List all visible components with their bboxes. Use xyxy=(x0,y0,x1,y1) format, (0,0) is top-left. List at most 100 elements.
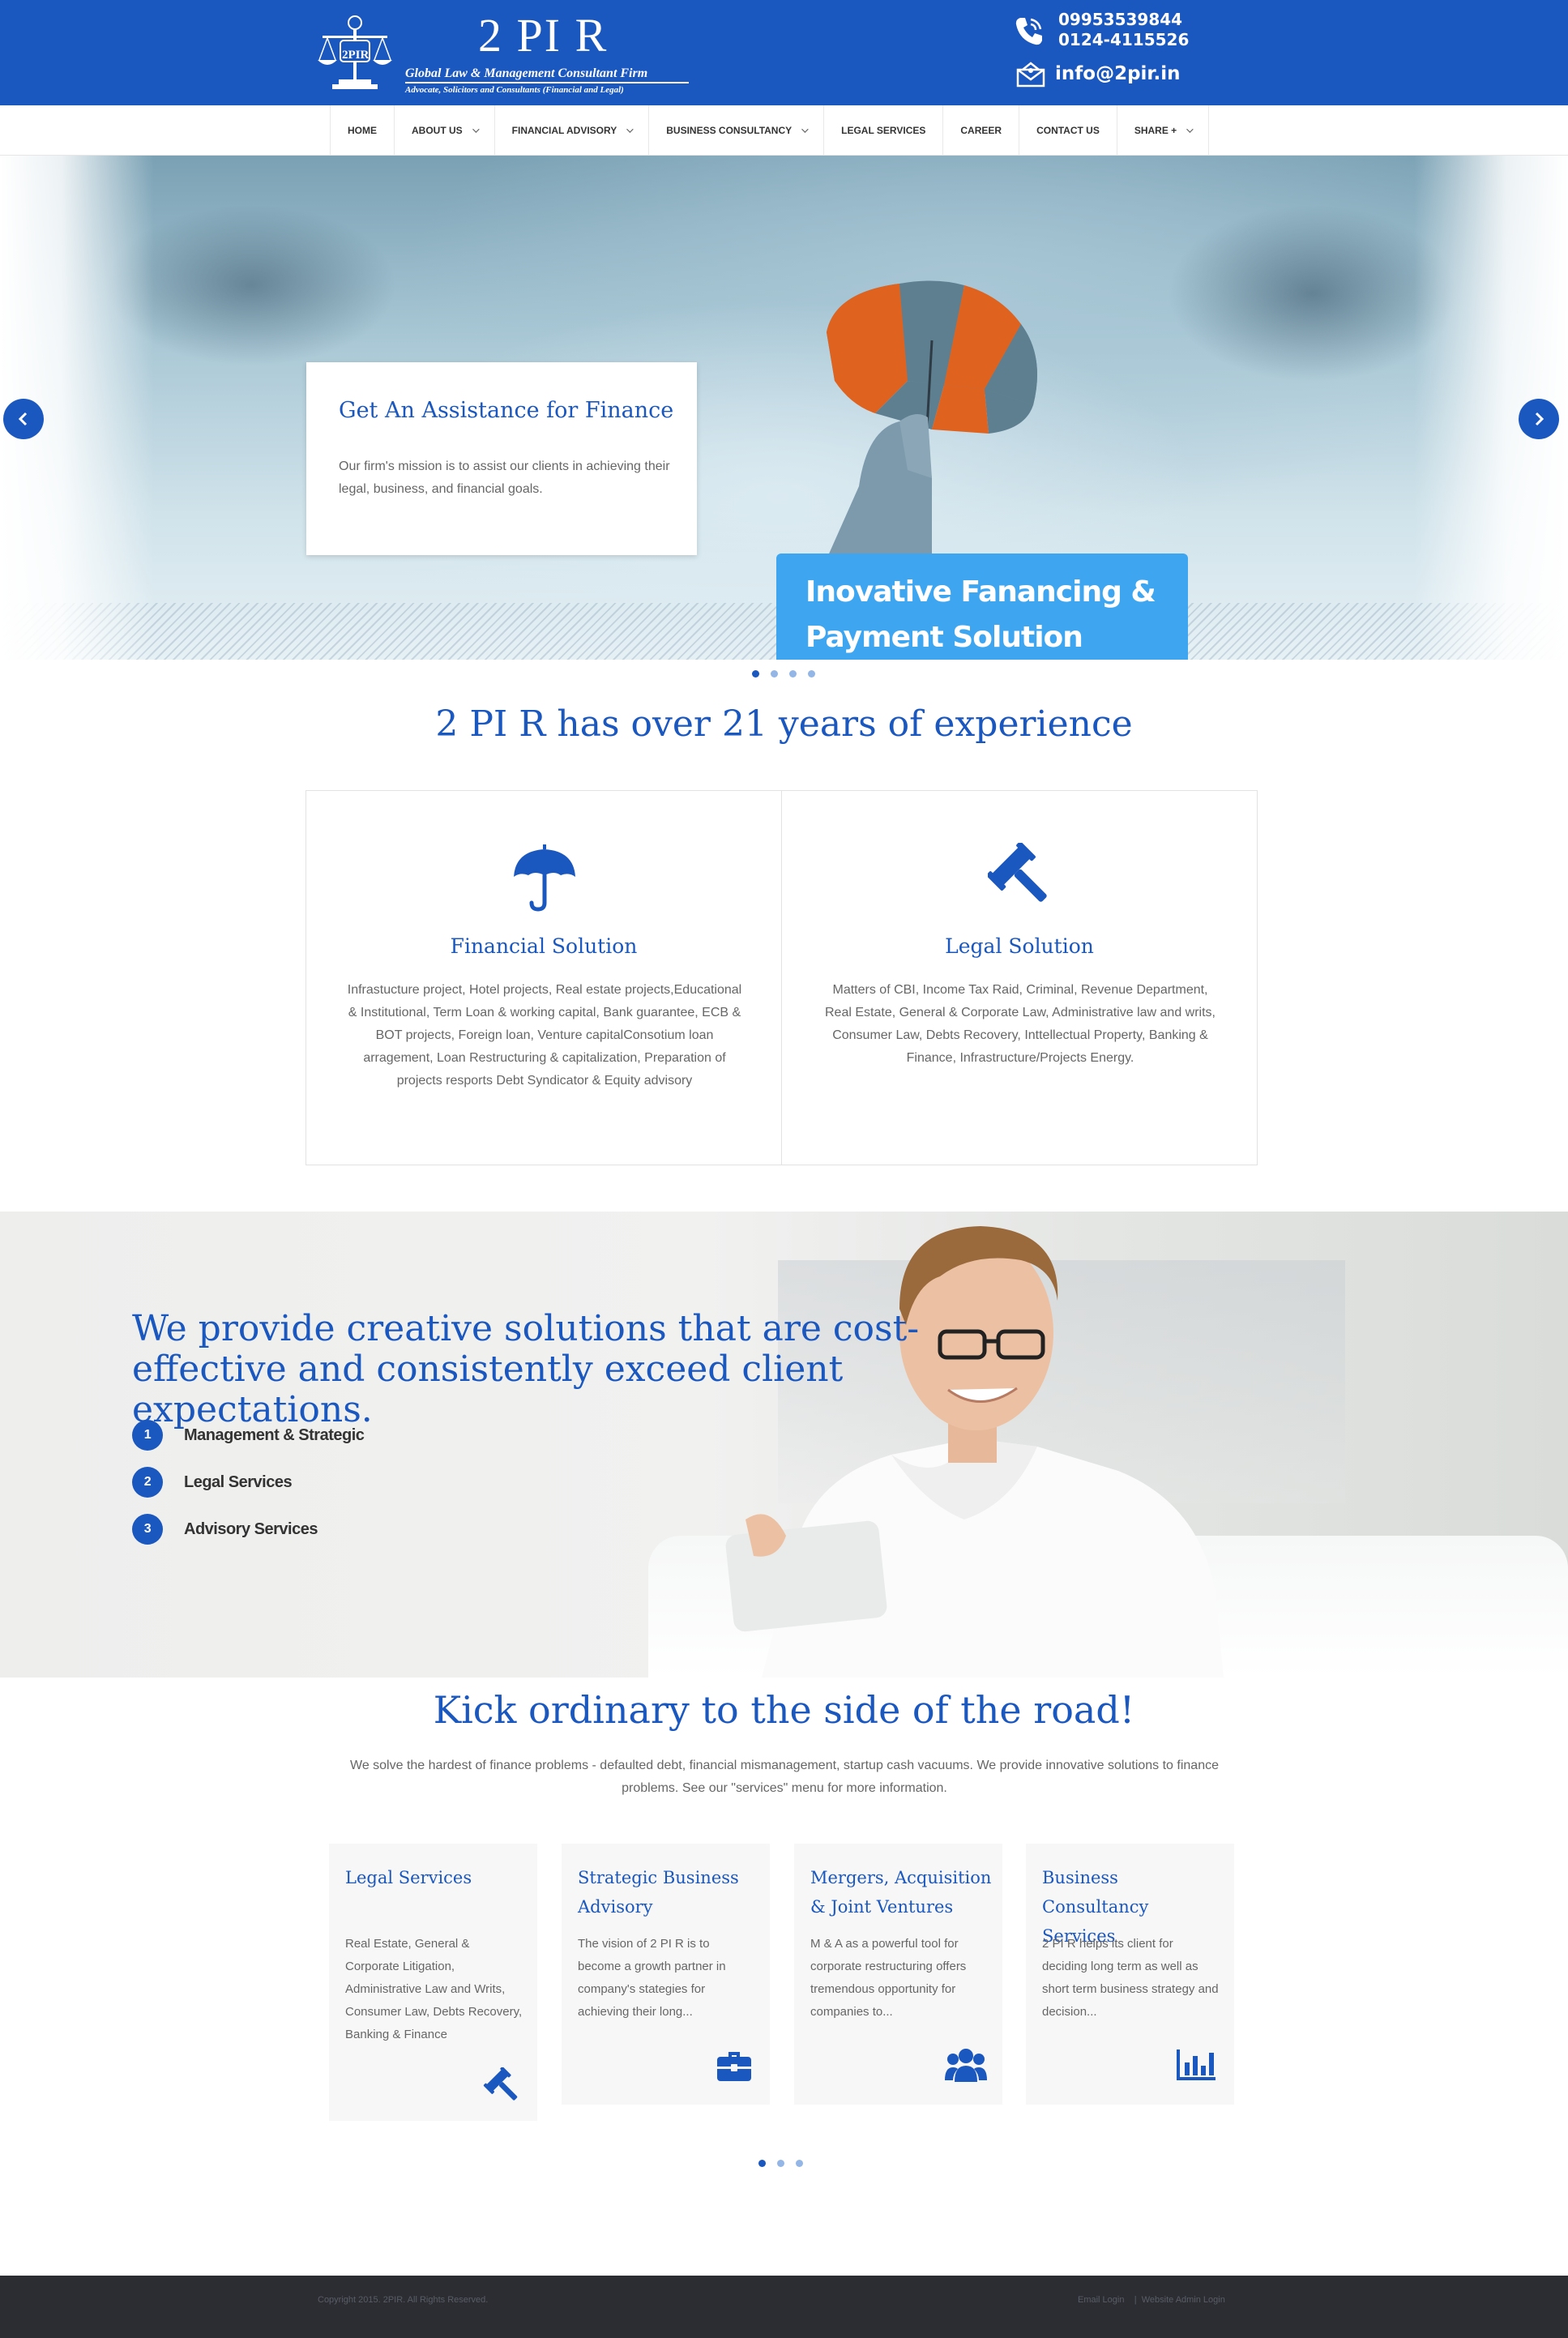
service-card-strategic-business-advisory[interactable]: Strategic Business Advisory The vision o… xyxy=(562,1844,770,2105)
logo-divider xyxy=(405,82,689,83)
service-card-legal-services[interactable]: Legal Services Real Estate, General & Co… xyxy=(329,1844,537,2121)
number-badge: 2 xyxy=(132,1467,163,1498)
footer-links: Email Login | Website Admin Login xyxy=(1078,2295,1225,2305)
nav-item-about-us[interactable]: ABOUT US xyxy=(395,105,495,156)
gavel-icon xyxy=(483,2067,518,2101)
top-header: 2PIR 2 PI R Global Law & Management Cons… xyxy=(0,0,1568,105)
users-icon xyxy=(945,2049,987,2082)
number-badge: 3 xyxy=(132,1514,163,1545)
page: 2PIR 2 PI R Global Law & Management Cons… xyxy=(0,0,1568,2338)
briefcase-icon xyxy=(717,2052,751,2081)
nav-item-label: SHARE + xyxy=(1134,125,1177,136)
service-card-text: M & A as a powerful tool for corporate r… xyxy=(810,1937,967,2019)
service-card-mergers-acquisition[interactable]: Mergers, Acquisition & Joint Ventures M … xyxy=(794,1844,1002,2105)
list-item: 3 Advisory Services xyxy=(132,1506,364,1553)
service-card-title: Legal Services xyxy=(345,1868,472,1887)
nav-item-share[interactable]: SHARE + xyxy=(1117,105,1210,156)
logo-badge-text: 2PIR xyxy=(342,49,370,62)
pagination-dot[interactable] xyxy=(758,2160,766,2167)
pagination-dot[interactable] xyxy=(771,670,778,677)
hero-caption-card: Get An Assistance for Finance Our firm's… xyxy=(306,362,697,555)
smiling-man-image xyxy=(725,1226,1224,1678)
financial-solution-box: Financial Solution Infrastucture project… xyxy=(305,790,782,1165)
legal-solution-text: Matters of CBI, Income Tax Raid, Crimina… xyxy=(825,983,1216,1065)
list-item-label: Advisory Services xyxy=(184,1519,318,1538)
list-item-label: Legal Services xyxy=(184,1472,293,1491)
logo-tagline: Global Law & Management Consultant Firm xyxy=(405,66,648,80)
nav-menu: HOME ABOUT US FINANCIAL ADVISORY BUSINES… xyxy=(330,105,1210,156)
experience-title: 2 PI R has over 21 years of experience xyxy=(435,703,1133,745)
pagination-dot[interactable] xyxy=(796,2160,803,2167)
kick-description: We solve the hardest of finance problems… xyxy=(350,1759,1219,1795)
nav-item-label: HOME xyxy=(348,125,377,136)
mail-icon xyxy=(1016,62,1045,88)
nav-item-business-consultancy[interactable]: BUSINESS CONSULTANCY xyxy=(649,105,825,156)
chevron-left-icon xyxy=(18,412,28,426)
pagination-dot[interactable] xyxy=(789,670,797,677)
service-card-business-consultancy[interactable]: Business Consultancy Services 2 PI R hel… xyxy=(1026,1844,1234,2105)
hero-slider: Get An Assistance for Finance Our firm's… xyxy=(0,156,1568,660)
phone-numbers: 09953539844 0124-4115526 xyxy=(1058,10,1189,50)
nav-item-legal-services[interactable]: LEGAL SERVICES xyxy=(824,105,944,156)
nav-item-contact-us[interactable]: CONTACT US xyxy=(1019,105,1117,156)
footer-copyright: Copyright 2015. 2PIR. All Rights Reserve… xyxy=(318,2295,489,2305)
service-card-text: Real Estate, General & Corporate Litigat… xyxy=(345,1937,523,2041)
financial-solution-title: Financial Solution xyxy=(450,934,638,958)
nav-item-home[interactable]: HOME xyxy=(331,105,395,156)
service-card-title: Mergers, Acquisition & Joint Ventures xyxy=(810,1868,992,1917)
number-badge: 1 xyxy=(132,1420,163,1451)
logo[interactable]: 2PIR 2 PI R Global Law & Management Cons… xyxy=(316,8,697,99)
phone-number-1[interactable]: 09953539844 xyxy=(1058,10,1189,30)
pagination-dot[interactable] xyxy=(777,2160,784,2167)
nav-item-label: BUSINESS CONSULTANCY xyxy=(666,125,793,136)
hero-card-title: Get An Assistance for Finance xyxy=(339,398,674,423)
services-pagination-dots xyxy=(758,2160,803,2167)
list-item-label: Management & Strategic xyxy=(184,1425,365,1444)
pagination-dot[interactable] xyxy=(808,670,815,677)
service-card-text: 2 PI R helps its client for deciding lon… xyxy=(1042,1937,1219,2019)
footer-separator: | xyxy=(1134,2295,1137,2305)
financial-solution-text: Infrastucture project, Hotel projects, R… xyxy=(347,983,742,1088)
slider-next-button[interactable] xyxy=(1519,399,1559,439)
chevron-down-icon xyxy=(472,126,480,133)
hero-badge: Inovative Fanancing & Payment Solution xyxy=(776,554,1188,660)
list-item: 1 Management & Strategic xyxy=(132,1412,365,1459)
chevron-down-icon xyxy=(626,126,634,133)
nav-item-financial-advisory[interactable]: FINANCIAL ADVISORY xyxy=(495,105,650,156)
chevron-down-icon xyxy=(801,126,809,133)
bar-chart-icon xyxy=(1177,2049,1216,2080)
hero-badge-text: Inovative Fanancing & Payment Solution xyxy=(805,575,1156,654)
chevron-right-icon xyxy=(1535,412,1545,426)
nav-item-label: CONTACT US xyxy=(1036,125,1100,136)
legal-solution-title: Legal Solution xyxy=(945,934,1094,958)
logo-subtagline: Advocate, Solicitors and Consultants (Fi… xyxy=(405,85,624,95)
nav-item-label: ABOUT US xyxy=(412,125,463,136)
umbrella-icon xyxy=(514,844,575,912)
list-item: 2 Legal Services xyxy=(132,1459,364,1506)
creative-list: 1 Management & Strategic 2 Legal Services … xyxy=(132,1412,365,1553)
nav-item-label: LEGAL SERVICES xyxy=(841,125,926,136)
kick-title: Kick ordinary to the side of the road! xyxy=(433,1688,1135,1732)
main-nav: HOME ABOUT US FINANCIAL ADVISORY BUSINES… xyxy=(0,105,1568,156)
phone-number-2[interactable]: 0124-4115526 xyxy=(1058,30,1189,50)
service-card-text: The vision of 2 PI R is to become a grow… xyxy=(578,1937,726,2019)
legal-solution-box: Legal Solution Matters of CBI, Income Ta… xyxy=(781,790,1258,1165)
pagination-dot[interactable] xyxy=(752,670,759,677)
contact-info: 09953539844 0124-4115526 info@2pir.in xyxy=(1013,10,1224,99)
slider-prev-button[interactable] xyxy=(3,399,44,439)
hero-card-text: Our firm's mission is to assist our clie… xyxy=(339,459,670,496)
email-login-link[interactable]: Email Login xyxy=(1078,2295,1124,2305)
hero-slider-dots xyxy=(752,670,815,677)
email-link[interactable]: info@2pir.in xyxy=(1055,63,1180,84)
website-admin-login-link[interactable]: Website Admin Login xyxy=(1142,2295,1225,2305)
nav-item-career[interactable]: CAREER xyxy=(943,105,1020,156)
service-card-title: Strategic Business Advisory xyxy=(578,1868,739,1917)
footer: Copyright 2015. 2PIR. All Rights Reserve… xyxy=(0,2276,1568,2338)
gavel-icon xyxy=(988,843,1047,902)
chevron-down-icon xyxy=(1186,126,1194,133)
phone-icon xyxy=(1015,18,1042,45)
nav-item-label: CAREER xyxy=(960,125,1002,136)
logo-title: 2 PI R xyxy=(478,9,609,62)
nav-item-label: FINANCIAL ADVISORY xyxy=(511,125,617,136)
creative-solutions-band: We provide creative solutions that are c… xyxy=(0,1212,1568,1678)
